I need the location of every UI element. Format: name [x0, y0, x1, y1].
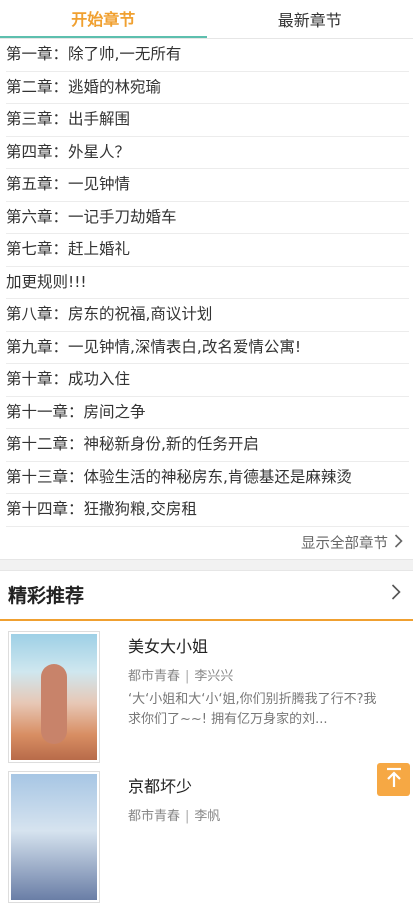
chapter-item[interactable]: 第十一章：房间之争	[6, 397, 409, 430]
chapter-item[interactable]: 第八章：房东的祝福,商议计划	[6, 299, 409, 332]
chapter-item[interactable]: 第十四章：狂撒狗粮,交房租	[6, 494, 409, 527]
book-description	[128, 830, 413, 870]
chapter-item[interactable]: 第一章：除了帅,一无所有	[6, 39, 409, 72]
book-category: 都市青春	[128, 669, 180, 684]
chapter-item[interactable]: 第二章：逃婚的林宛瑜	[6, 72, 409, 105]
tab-start-chapters[interactable]: 开始章节	[0, 0, 207, 38]
book-author: 李帆	[194, 809, 220, 824]
chapter-item[interactable]: 第五章：一见钟情	[6, 169, 409, 202]
book-meta: 都市青春|李兴兴	[128, 665, 413, 684]
chapter-list: 第一章：除了帅,一无所有 第二章：逃婚的林宛瑜 第三章：出手解围 第四章：外星人…	[0, 39, 413, 527]
book-title[interactable]: 美女大小姐	[128, 633, 413, 657]
book-info: 京都坏少 都市青春|李帆	[128, 771, 413, 901]
show-all-chapters-link[interactable]: 显示全部章节	[0, 527, 413, 560]
chapter-item[interactable]: 第四章：外星人？	[6, 137, 409, 170]
back-to-top-icon	[384, 767, 404, 793]
section-divider	[0, 560, 413, 571]
book-category: 都市青春	[128, 809, 180, 824]
book-item[interactable]: 京都坏少 都市青春|李帆	[0, 761, 413, 901]
show-all-label: 显示全部章节	[301, 532, 388, 553]
recommend-title: 精彩推荐	[8, 581, 84, 608]
chapter-item[interactable]: 第十章：成功入住	[6, 364, 409, 397]
chapter-item[interactable]: 第七章：赶上婚礼	[6, 234, 409, 267]
chapter-item[interactable]: 第十二章：神秘新身份,新的任务开启	[6, 429, 409, 462]
chevron-right-icon[interactable]	[391, 584, 401, 605]
book-cover[interactable]	[8, 631, 100, 763]
recommend-header: 精彩推荐	[0, 571, 413, 621]
chapter-item[interactable]: 第十三章：体验生活的神秘房东,肯德基还是麻辣烫	[6, 462, 409, 495]
book-cover[interactable]	[8, 771, 100, 903]
chapter-item[interactable]: 第六章：一记手刀劫婚车	[6, 202, 409, 235]
book-item[interactable]: 美女大小姐 都市青春|李兴兴 ‘大‘小姐和大‘小‘姐,你们别折腾我了行不?我求你…	[0, 621, 413, 761]
book-info: 美女大小姐 都市青春|李兴兴 ‘大‘小姐和大‘小‘姐,你们别折腾我了行不?我求你…	[128, 631, 413, 761]
chapter-item[interactable]: 第九章：一见钟情,深情表白,改名爱情公寓!	[6, 332, 409, 365]
chapter-tabs: 开始章节 最新章节	[0, 0, 413, 39]
chapter-item[interactable]: 加更规则!!!	[6, 267, 409, 300]
tab-latest-chapters[interactable]: 最新章节	[207, 0, 413, 38]
back-to-top-button[interactable]	[377, 763, 410, 796]
book-author: 李兴兴	[194, 669, 233, 684]
book-title[interactable]: 京都坏少	[128, 773, 413, 797]
chapter-item[interactable]: 第三章：出手解围	[6, 104, 409, 137]
book-description: ‘大‘小姐和大‘小‘姐,你们别折腾我了行不?我求你们了~~! 拥有亿万身家的刘.…	[128, 690, 413, 730]
chevron-right-icon	[394, 534, 403, 552]
